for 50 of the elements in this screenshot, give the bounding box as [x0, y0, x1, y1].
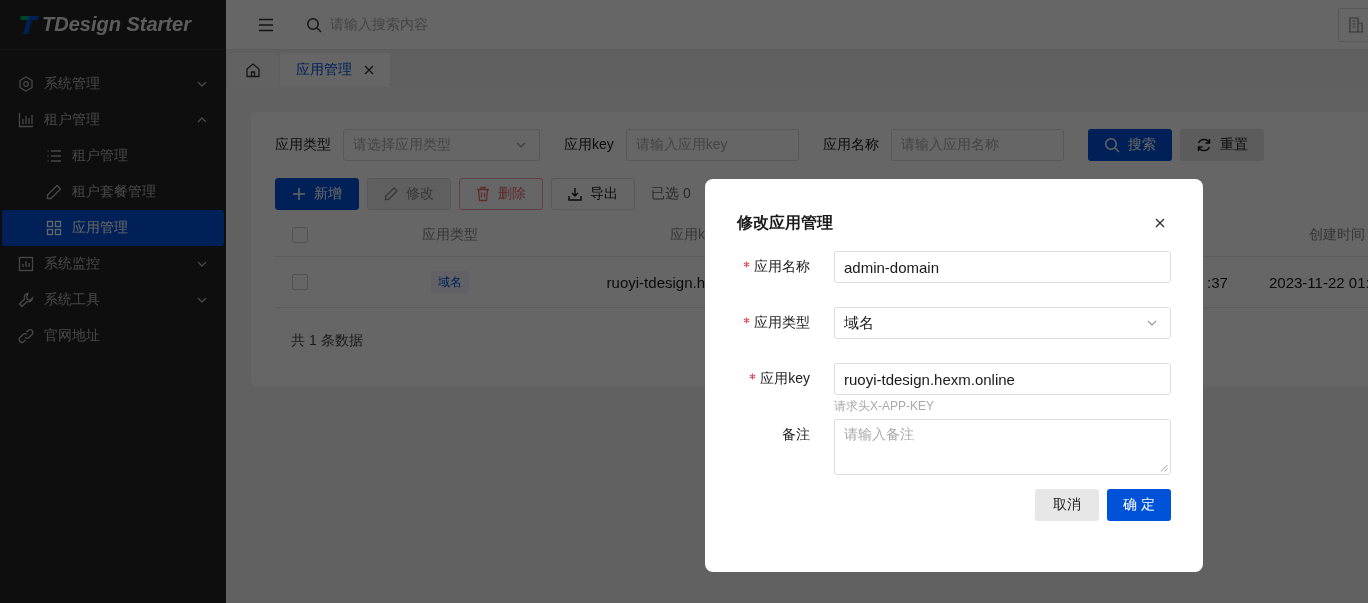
- dialog-title: 修改应用管理: [737, 212, 833, 233]
- search-button[interactable]: 搜索: [1087, 129, 1172, 161]
- menu-icon[interactable]: [258, 17, 274, 32]
- input-field[interactable]: admin-domain: [834, 251, 1171, 283]
- logo-icon: [18, 14, 40, 35]
- search-icon: [1103, 137, 1120, 153]
- field-label: 应用类型: [754, 314, 810, 332]
- submenu-item[interactable]: 应用管理: [2, 210, 224, 246]
- plus-icon: [292, 187, 306, 201]
- type-tag: 域名: [431, 270, 469, 294]
- help-text: 请求头X-APP-KEY: [834, 398, 936, 415]
- field-label: 应用名称: [754, 258, 810, 276]
- pencil-icon: [384, 187, 398, 201]
- building-icon: [1349, 17, 1363, 33]
- reset-button[interactable]: 重置: [1179, 129, 1264, 161]
- filter-label: 应用key: [564, 136, 614, 154]
- pencil-icon: [46, 184, 62, 200]
- logo-text: TDesign Starter: [42, 13, 191, 36]
- building-button[interactable]: [1338, 8, 1368, 42]
- search-icon: [306, 16, 322, 33]
- input-field[interactable]: ruoyi-tdesign.hexm.online: [834, 363, 1171, 395]
- hexagon-icon: [18, 76, 34, 92]
- bar-chart-icon: [18, 112, 34, 128]
- add-button[interactable]: 新增: [275, 178, 359, 210]
- table-cell: :37: [1207, 273, 1228, 291]
- select-field[interactable]: 域名: [834, 307, 1171, 339]
- trash-icon: [476, 186, 490, 202]
- cancel-button[interactable]: 取消: [1035, 489, 1099, 521]
- table-cell: 2023-11-22 01:: [1269, 273, 1368, 291]
- resize-handle-icon[interactable]: [1160, 464, 1168, 472]
- total-count: 共 1 条数据: [290, 332, 364, 350]
- wrench-icon: [18, 292, 34, 308]
- list-icon: [46, 148, 62, 164]
- table-cell: ruoyi-tdesign.h: [606, 273, 705, 291]
- filter-label: 应用名称: [822, 136, 879, 154]
- page-tab[interactable]: 应用管理: [280, 53, 390, 87]
- field-label: 备注: [782, 426, 810, 444]
- selection-count: 已选 0: [651, 185, 691, 203]
- close-icon[interactable]: [1155, 218, 1165, 228]
- chart-icon: [18, 256, 34, 272]
- field-label: 应用key: [760, 370, 810, 388]
- textarea-field[interactable]: 请输入备注: [834, 419, 1171, 475]
- download-icon: [568, 187, 582, 201]
- confirm-button[interactable]: 确 定: [1107, 489, 1171, 521]
- link-icon: [18, 328, 34, 344]
- grid-icon: [46, 220, 62, 236]
- refresh-icon: [1195, 137, 1212, 153]
- filter-label: 应用类型: [275, 136, 331, 154]
- export-button[interactable]: 导出: [551, 178, 635, 210]
- home-icon: [245, 62, 261, 78]
